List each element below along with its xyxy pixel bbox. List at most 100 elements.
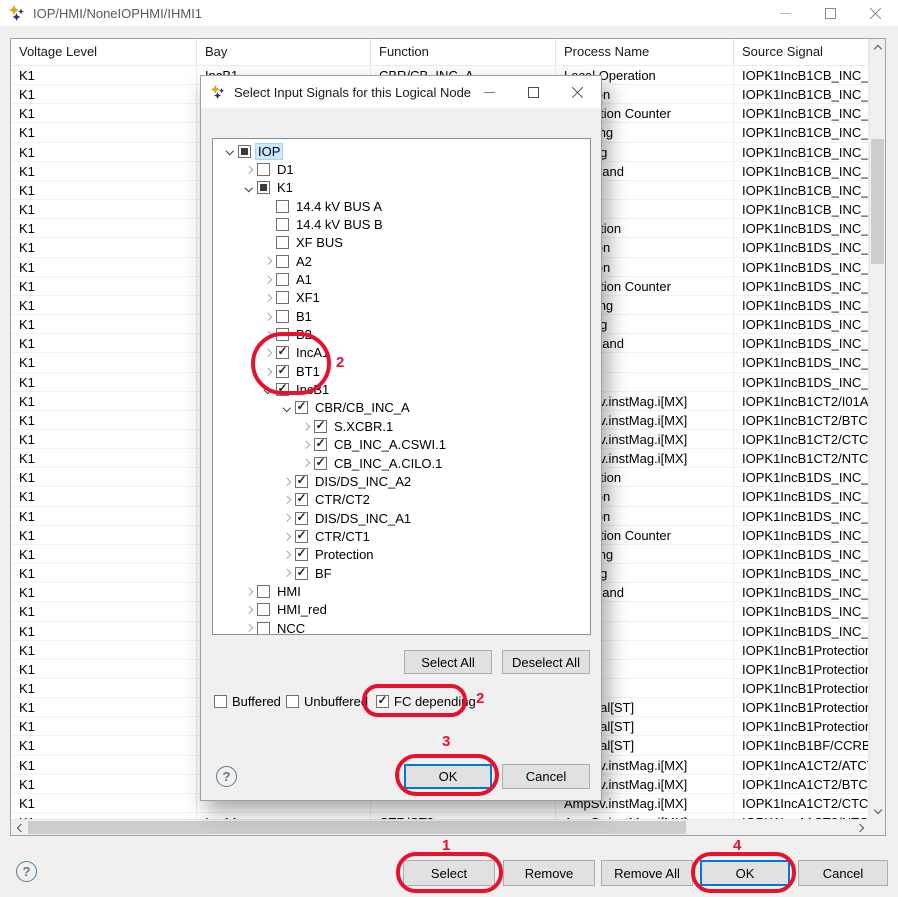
tree-item[interactable]: A1 (213, 270, 590, 288)
chevron-right-icon[interactable] (245, 624, 253, 632)
scroll-down-button[interactable] (870, 803, 886, 819)
tree-item[interactable]: HMI (213, 582, 590, 600)
tree-checkbox[interactable] (295, 512, 308, 525)
tree-item[interactable]: BF (213, 564, 590, 582)
dialog-close-button[interactable] (555, 76, 599, 108)
tree-checkbox[interactable] (257, 622, 270, 635)
tree-checkbox[interactable] (276, 291, 289, 304)
chevron-right-icon[interactable] (264, 276, 272, 284)
chevron-right-icon[interactable] (283, 533, 291, 541)
column-header-source-signal[interactable]: Source Signal (734, 39, 869, 65)
tree-item[interactable]: CTR/CT1 (213, 527, 590, 545)
column-header-voltage-level[interactable]: Voltage Level (11, 39, 197, 65)
scroll-up-button[interactable] (870, 39, 886, 55)
chevron-right-icon[interactable] (283, 477, 291, 485)
chevron-right-icon[interactable] (302, 459, 310, 467)
chevron-right-icon[interactable] (283, 569, 291, 577)
tree-checkbox[interactable] (314, 420, 327, 433)
tree-checkbox[interactable] (276, 200, 289, 213)
chevron-right-icon[interactable] (283, 496, 291, 504)
chevron-right-icon[interactable] (245, 606, 253, 614)
maximize-button[interactable] (808, 0, 853, 26)
chevron-right-icon[interactable] (245, 166, 253, 174)
tree-checkbox[interactable] (314, 438, 327, 451)
cell-source-signal: IOPK1IncB1CT2/I01ATCTR (734, 392, 869, 411)
chevron-right-icon[interactable] (302, 441, 310, 449)
dialog-minimize-button[interactable] (467, 76, 511, 108)
tree-item[interactable]: K1 (213, 179, 590, 197)
scroll-left-button[interactable] (11, 820, 27, 836)
tree-checkbox[interactable] (295, 493, 308, 506)
tree-item[interactable]: A2 (213, 252, 590, 270)
tree-checkbox[interactable] (257, 181, 270, 194)
tree-checkbox[interactable] (295, 475, 308, 488)
column-header-bay[interactable]: Bay (197, 39, 371, 65)
minimize-button[interactable] (763, 0, 808, 26)
tree-checkbox[interactable] (238, 145, 251, 158)
tree-item[interactable]: NCC (213, 619, 590, 635)
tree-checkbox[interactable] (257, 585, 270, 598)
dialog-cancel-button[interactable]: Cancel (502, 764, 590, 789)
remove-all-button[interactable]: Remove All (601, 860, 693, 886)
close-button[interactable] (853, 0, 898, 26)
remove-button[interactable]: Remove (503, 860, 595, 886)
tree-item[interactable]: 14.4 kV BUS B (213, 215, 590, 233)
column-header-function[interactable]: Function (371, 39, 556, 65)
main-help-icon[interactable] (16, 861, 37, 882)
column-header-process-name[interactable]: Process Name (556, 39, 734, 65)
main-cancel-button[interactable]: Cancel (798, 860, 888, 886)
chevron-right-icon[interactable] (245, 588, 253, 596)
cell-voltage-level: K1 (11, 660, 197, 679)
tree-checkbox[interactable] (295, 530, 308, 543)
tree-checkbox[interactable] (276, 310, 289, 323)
tree-item[interactable]: 14.4 kV BUS A (213, 197, 590, 215)
cell-source-signal: IOPK1IncB1DS_INC_A1/D (734, 507, 869, 526)
cell-source-signal: IOPK1IncA1CT2/CTCTR3. (734, 794, 869, 813)
tree-item[interactable]: CBR/CB_INC_A (213, 399, 590, 417)
tree-item[interactable]: HMI_red (213, 601, 590, 619)
tree-checkbox[interactable] (276, 255, 289, 268)
tree-checkbox[interactable] (257, 163, 270, 176)
vertical-scrollbar[interactable] (869, 39, 885, 819)
chevron-right-icon[interactable] (283, 514, 291, 522)
tree-item[interactable]: DIS/DS_INC_A1 (213, 509, 590, 527)
unbuffered-checkbox[interactable] (286, 695, 299, 708)
tree-checkbox[interactable] (295, 401, 308, 414)
tree-item[interactable]: XF BUS (213, 234, 590, 252)
select-all-button[interactable]: Select All (404, 650, 492, 674)
chevron-right-icon[interactable] (302, 422, 310, 430)
tree-item[interactable]: IOP (213, 142, 590, 160)
horizontal-scroll-thumb[interactable] (28, 821, 686, 834)
dialog-maximize-button[interactable] (511, 76, 555, 108)
tree-item[interactable]: CB_INC_A.CSWI.1 (213, 436, 590, 454)
tree-item[interactable]: DIS/DS_INC_A2 (213, 472, 590, 490)
chevron-down-icon[interactable] (226, 147, 234, 155)
horizontal-scrollbar[interactable] (11, 819, 869, 835)
vertical-scroll-thumb[interactable] (871, 139, 884, 264)
scrollbar-corner (869, 819, 885, 835)
tree-item[interactable]: S.XCBR.1 (213, 417, 590, 435)
chevron-right-icon[interactable] (264, 312, 272, 320)
deselect-all-button[interactable]: Deselect All (502, 650, 590, 674)
dialog-help-icon[interactable] (216, 766, 237, 787)
tree-checkbox[interactable] (257, 603, 270, 616)
buffered-checkbox[interactable] (214, 695, 227, 708)
tree-checkbox[interactable] (295, 567, 308, 580)
tree-checkbox[interactable] (276, 273, 289, 286)
tree-checkbox[interactable] (295, 548, 308, 561)
tree-item[interactable]: Protection (213, 546, 590, 564)
scroll-right-button[interactable] (853, 820, 869, 836)
tree-item[interactable]: CTR/CT2 (213, 491, 590, 509)
chevron-right-icon[interactable] (264, 257, 272, 265)
tree-item[interactable]: CB_INC_A.CILO.1 (213, 454, 590, 472)
chevron-down-icon[interactable] (245, 184, 253, 192)
chevron-right-icon[interactable] (264, 294, 272, 302)
tree-item[interactable]: D1 (213, 160, 590, 178)
tree-checkbox[interactable] (276, 236, 289, 249)
tree-item[interactable]: B1 (213, 307, 590, 325)
tree-checkbox[interactable] (276, 218, 289, 231)
chevron-right-icon[interactable] (283, 551, 291, 559)
tree-item[interactable]: XF1 (213, 289, 590, 307)
tree-checkbox[interactable] (314, 457, 327, 470)
chevron-down-icon[interactable] (283, 404, 291, 412)
